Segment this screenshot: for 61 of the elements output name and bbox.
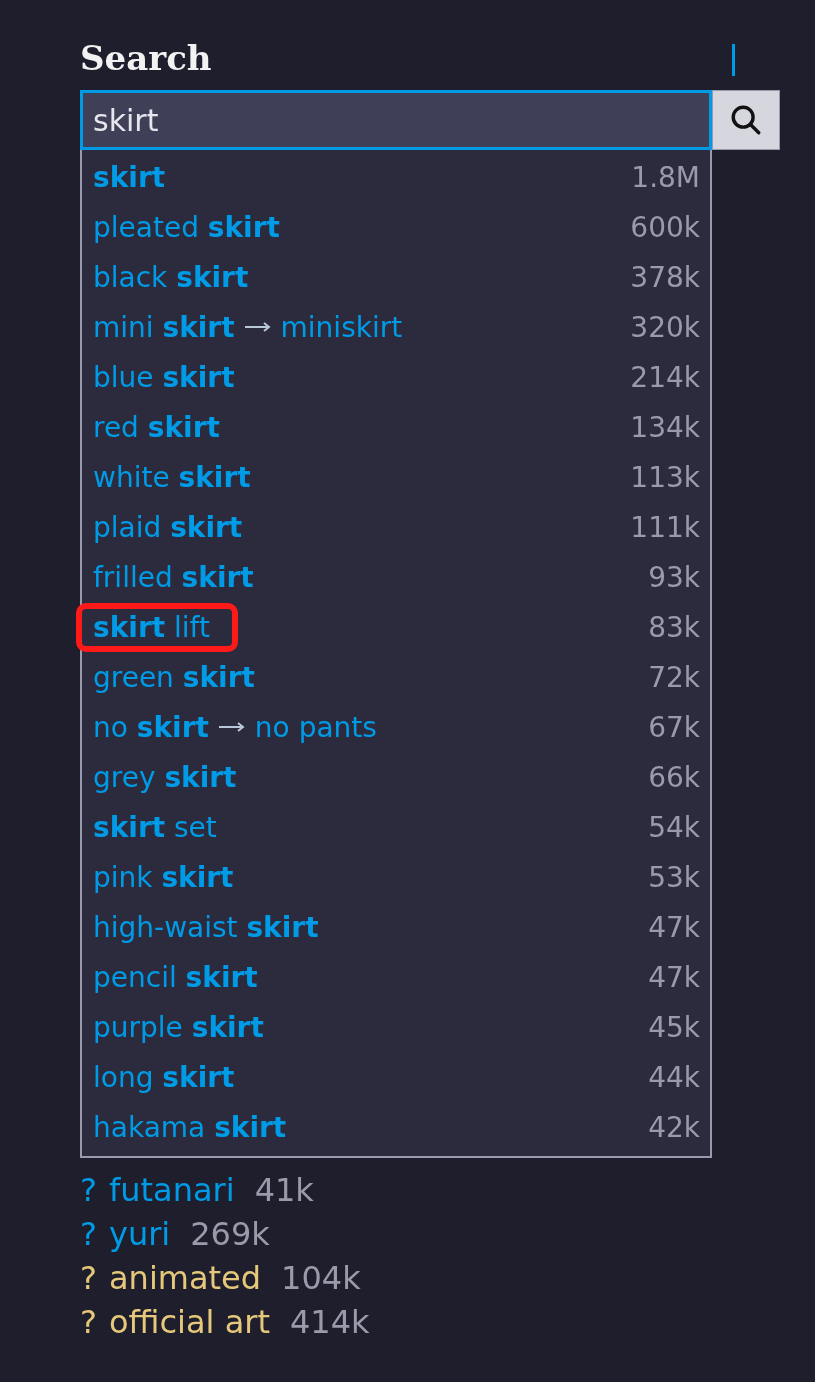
post-count: 42k (648, 1110, 700, 1144)
post-count: 53k (648, 860, 700, 894)
suggestion-link[interactable]: pleated skirt (93, 208, 280, 246)
post-count: 67k (648, 710, 700, 744)
suggestion-link[interactable]: blue skirt (93, 358, 235, 396)
post-count: 44k (648, 1060, 700, 1094)
help-link[interactable]: ? (80, 1303, 97, 1341)
tag-link[interactable]: yuri (109, 1215, 171, 1253)
post-count: 600k (630, 210, 700, 244)
post-count: 1.8M (631, 160, 700, 194)
tag-link[interactable]: animated (109, 1259, 262, 1297)
suggestion-link[interactable]: red skirt (93, 408, 220, 446)
suggestion-link[interactable]: purple skirt (93, 1008, 264, 1046)
tag-link[interactable]: official art (109, 1303, 270, 1341)
post-count: 113k (630, 460, 700, 494)
tag-link[interactable]: futanari (109, 1171, 235, 1209)
post-count: 320k (630, 310, 700, 344)
post-count: 111k (630, 510, 700, 544)
post-count: 134k (630, 410, 700, 444)
help-link[interactable]: ? (80, 1215, 97, 1253)
post-count: 214k (630, 360, 700, 394)
suggestion-link[interactable]: high-waist skirt (93, 908, 319, 946)
suggestion-link[interactable]: long skirt (93, 1058, 235, 1096)
suggestion-link[interactable]: hakama skirt (93, 1108, 287, 1146)
suggestion-link[interactable]: skirt lift (76, 602, 238, 652)
suggestion-link[interactable]: mini skirt (93, 308, 235, 346)
right-arrow-icon (244, 322, 271, 332)
post-count: 93k (648, 560, 700, 594)
right-arrow-icon (218, 722, 245, 732)
search-field[interactable]: skirt (80, 90, 712, 150)
post-count: 41k (254, 1171, 314, 1209)
search-heading: Search (80, 37, 212, 80)
alias-link[interactable]: no pants (254, 708, 377, 746)
help-link[interactable]: ? (80, 1259, 97, 1297)
post-count: 47k (648, 960, 700, 994)
post-count: 47k (648, 910, 700, 944)
suggestion-link[interactable]: skirt set (93, 808, 217, 846)
suggestion-link[interactable]: no skirt (93, 708, 209, 746)
post-count: 45k (648, 1010, 700, 1044)
suggestion-link[interactable]: green skirt (93, 658, 255, 696)
post-count: 83k (648, 610, 700, 644)
suggestion-link[interactable]: pink skirt (93, 858, 234, 896)
help-link[interactable]: ? (80, 1171, 97, 1209)
suggestion-link[interactable]: skirt (93, 158, 166, 196)
suggestion-link[interactable]: white skirt (93, 458, 251, 496)
suggestion-link[interactable]: plaid skirt (93, 508, 243, 546)
post-count: 72k (648, 660, 700, 694)
suggestion-link[interactable]: frilled skirt (93, 558, 254, 596)
suggestion-link[interactable]: black skirt (93, 258, 249, 296)
suggestion-link[interactable]: pencil skirt (93, 958, 258, 996)
post-count: 104k (281, 1259, 361, 1297)
search-icon (729, 103, 763, 137)
suggestion-link[interactable]: grey skirt (93, 758, 237, 796)
search-button[interactable] (712, 90, 780, 150)
post-count: 66k (648, 760, 700, 794)
post-count: 54k (648, 810, 700, 844)
panel-edge (732, 44, 735, 76)
post-count: 269k (190, 1215, 270, 1253)
post-count: 414k (289, 1303, 370, 1341)
post-count: 378k (630, 260, 700, 294)
alias-link[interactable]: miniskirt (280, 308, 403, 346)
